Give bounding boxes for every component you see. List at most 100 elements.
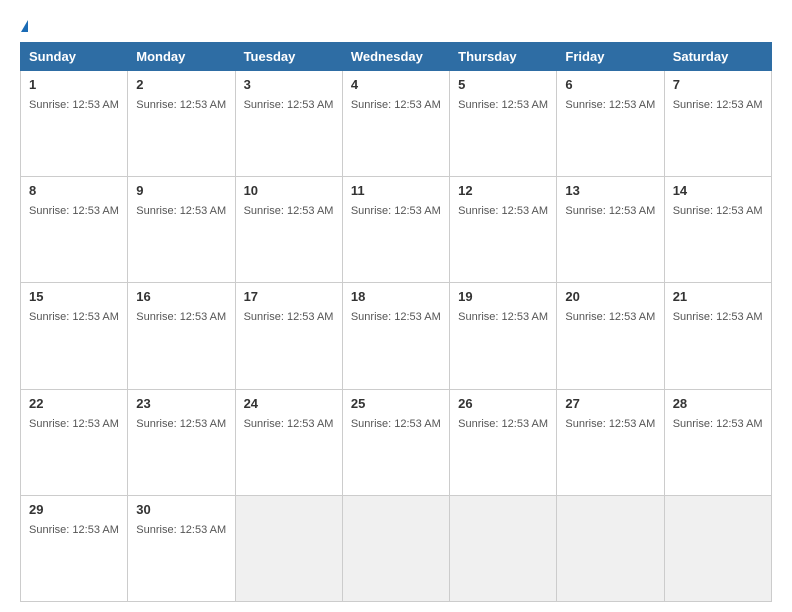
day-number: 17: [244, 289, 334, 304]
day-sunrise: Sunrise: 12:53 AM: [351, 311, 441, 323]
day-sunrise: Sunrise: 12:53 AM: [565, 205, 655, 217]
day-sunrise: Sunrise: 12:53 AM: [136, 205, 226, 217]
day-number: 29: [29, 502, 119, 517]
calendar-cell: 18 Sunrise: 12:53 AM: [342, 283, 449, 389]
day-sunrise: Sunrise: 12:53 AM: [458, 311, 548, 323]
calendar-cell: 12 Sunrise: 12:53 AM: [450, 177, 557, 283]
calendar-week-row: 8 Sunrise: 12:53 AM 9 Sunrise: 12:53 AM 10 Su…: [21, 177, 772, 283]
calendar-header-sunday: Sunday: [21, 43, 128, 71]
day-sunrise: Sunrise: 12:53 AM: [136, 311, 226, 323]
day-number: 6: [565, 77, 655, 92]
day-number: 8: [29, 183, 119, 198]
day-number: 1: [29, 77, 119, 92]
day-sunrise: Sunrise: 12:53 AM: [244, 205, 334, 217]
day-number: 4: [351, 77, 441, 92]
day-sunrise: Sunrise: 12:53 AM: [351, 205, 441, 217]
calendar-header-tuesday: Tuesday: [235, 43, 342, 71]
calendar-cell: 19 Sunrise: 12:53 AM: [450, 283, 557, 389]
calendar-cell: 17Sunrise: 12:53 AM: [235, 283, 342, 389]
day-number: 12: [458, 183, 548, 198]
day-sunrise: Sunrise: 12:53 AM: [136, 524, 226, 536]
calendar-cell: 9 Sunrise: 12:53 AM: [128, 177, 235, 283]
day-number: 30: [136, 502, 226, 517]
day-number: 3: [244, 77, 334, 92]
calendar-cell: [342, 495, 449, 601]
day-number: 9: [136, 183, 226, 198]
calendar-cell: [557, 495, 664, 601]
calendar-cell: 16Sunrise: 12:53 AM: [128, 283, 235, 389]
day-number: 24: [244, 396, 334, 411]
day-number: 23: [136, 396, 226, 411]
calendar-week-row: 29 Sunrise: 12:53 AM 30 Sunrise: 12:53 AM: [21, 495, 772, 601]
calendar-cell: 26 Sunrise: 12:53 AM: [450, 389, 557, 495]
calendar-cell: 8 Sunrise: 12:53 AM: [21, 177, 128, 283]
day-number: 22: [29, 396, 119, 411]
calendar-cell: 28 Sunrise: 12:53 AM: [664, 389, 771, 495]
day-number: 19: [458, 289, 548, 304]
calendar-week-row: 1 Sunrise: 12:53 AM 2 Sunrise: 12:53 AM 3 Sun…: [21, 71, 772, 177]
logo: [20, 20, 29, 32]
day-sunrise: Sunrise: 12:53 AM: [29, 311, 119, 323]
calendar-cell: 30 Sunrise: 12:53 AM: [128, 495, 235, 601]
day-number: 21: [673, 289, 763, 304]
day-number: 18: [351, 289, 441, 304]
calendar-week-row: 15Sunrise: 12:53 AM16Sunrise: 12:53 AM17…: [21, 283, 772, 389]
day-number: 5: [458, 77, 548, 92]
day-sunrise: Sunrise: 12:53 AM: [673, 311, 763, 323]
calendar-cell: 4Sunrise: 12:53 AM: [342, 71, 449, 177]
day-number: 28: [673, 396, 763, 411]
day-sunrise: Sunrise: 12:53 AM: [29, 99, 119, 111]
calendar-header-thursday: Thursday: [450, 43, 557, 71]
day-sunrise: Sunrise: 12:53 AM: [29, 205, 119, 217]
calendar-header-wednesday: Wednesday: [342, 43, 449, 71]
day-sunrise: Sunrise: 12:53 AM: [673, 205, 763, 217]
day-sunrise: Sunrise: 12:53 AM: [29, 418, 119, 430]
header: [20, 20, 772, 32]
calendar-cell: [235, 495, 342, 601]
calendar-cell: 23 Sunrise: 12:53 AM: [128, 389, 235, 495]
day-sunrise: Sunrise: 12:53 AM: [458, 205, 548, 217]
day-number: 11: [351, 183, 441, 198]
page: SundayMondayTuesdayWednesdayThursdayFrid…: [0, 0, 792, 612]
calendar-cell: 27 Sunrise: 12:53 AM: [557, 389, 664, 495]
day-number: 10: [244, 183, 334, 198]
calendar: SundayMondayTuesdayWednesdayThursdayFrid…: [20, 42, 772, 602]
calendar-cell: 24 Sunrise: 12:53 AM: [235, 389, 342, 495]
day-number: 27: [565, 396, 655, 411]
calendar-cell: 2 Sunrise: 12:53 AM: [128, 71, 235, 177]
calendar-header-monday: Monday: [128, 43, 235, 71]
day-sunrise: Sunrise: 12:53 AM: [136, 418, 226, 430]
day-sunrise: Sunrise: 12:53 AM: [458, 99, 548, 111]
calendar-cell: 11 Sunrise: 12:53 AM: [342, 177, 449, 283]
day-sunrise: Sunrise: 12:53 AM: [136, 99, 226, 111]
calendar-cell: 14 Sunrise: 12:53 AM: [664, 177, 771, 283]
day-number: 14: [673, 183, 763, 198]
calendar-header-saturday: Saturday: [664, 43, 771, 71]
day-sunrise: Sunrise: 12:53 AM: [244, 99, 334, 111]
day-number: 20: [565, 289, 655, 304]
calendar-cell: 25 Sunrise: 12:53 AM: [342, 389, 449, 495]
calendar-cell: 3 Sunrise: 12:53 AM: [235, 71, 342, 177]
day-sunrise: Sunrise: 12:53 AM: [458, 418, 548, 430]
day-sunrise: Sunrise: 12:53 AM: [565, 418, 655, 430]
calendar-cell: 21 Sunrise: 12:53 AM: [664, 283, 771, 389]
calendar-cell: 10 Sunrise: 12:53 AM: [235, 177, 342, 283]
day-sunrise: Sunrise: 12:53 AM: [351, 418, 441, 430]
day-sunrise: Sunrise: 12:53 AM: [29, 524, 119, 536]
day-number: 15: [29, 289, 119, 304]
calendar-cell: 22 Sunrise: 12:53 AM: [21, 389, 128, 495]
day-sunrise: Sunrise: 12:53 AM: [244, 418, 334, 430]
day-sunrise: Sunrise: 12:53 AM: [673, 418, 763, 430]
calendar-cell: 13Sunrise: 12:53 AM: [557, 177, 664, 283]
day-number: 25: [351, 396, 441, 411]
calendar-cell: 7Sunrise: 12:53 AM: [664, 71, 771, 177]
day-sunrise: Sunrise: 12:53 AM: [565, 311, 655, 323]
day-number: 2: [136, 77, 226, 92]
calendar-cell: 15 Sunrise: 12:53 AM: [21, 283, 128, 389]
calendar-cell: 20 Sunrise: 12:53 AM: [557, 283, 664, 389]
calendar-cell: 6 Sunrise: 12:53 AM: [557, 71, 664, 177]
day-sunrise: Sunrise: 12:53 AM: [565, 99, 655, 111]
calendar-header-friday: Friday: [557, 43, 664, 71]
day-number: 26: [458, 396, 548, 411]
calendar-week-row: 22Sunrise: 12:53 AM23Sunrise: 12:53 AM24…: [21, 389, 772, 495]
